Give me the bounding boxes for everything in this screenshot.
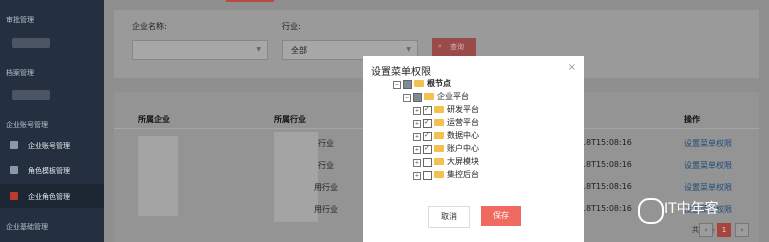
close-icon[interactable]: ×: [568, 62, 576, 73]
sidebar: 审批管理 档案管理 企业账号管理 企业账号管理 角色模板管理 企业角色管理 企业…: [0, 0, 104, 242]
search-icon: ⌕: [438, 42, 442, 50]
user-icon: [10, 141, 18, 149]
chevron-down-icon: ▼: [256, 46, 261, 53]
query-button-label: 查询: [450, 43, 464, 51]
company-name-label: 企业名称:: [132, 22, 167, 31]
collapse-icon[interactable]: −: [393, 81, 401, 89]
wechat-logo-icon: [638, 198, 664, 224]
folder-icon: [434, 106, 444, 113]
sidebar-item-label: 角色模板管理: [28, 167, 70, 175]
folder-icon: [434, 171, 444, 178]
industry-cell: 用行业: [314, 205, 338, 214]
tree-checkbox[interactable]: [423, 105, 432, 115]
active-tab-indicator: [226, 0, 274, 2]
industry-label: 行业:: [282, 22, 301, 31]
set-menu-permission-link[interactable]: 设置菜单权限: [684, 160, 732, 171]
header-industry: 所属行业: [274, 115, 306, 124]
tree-node-label: 大屏模块: [447, 157, 479, 166]
sidebar-item-label: 企业角色管理: [28, 193, 70, 201]
tree-checkbox[interactable]: [403, 80, 412, 89]
blurred-menu-item: [12, 90, 50, 100]
tree-node-label: 根节点: [427, 79, 451, 88]
tree-checkbox[interactable]: [423, 131, 432, 141]
chevron-down-icon: ▼: [406, 46, 411, 53]
time-cell: -18T15:08:16: [578, 182, 632, 191]
time-cell: -18T15:08:16: [578, 160, 632, 169]
blurred-menu-item: [12, 38, 50, 48]
sidebar-item-account[interactable]: 企业账号管理: [0, 133, 104, 157]
tree-node-label: 集控后台: [447, 170, 479, 179]
person-icon: [10, 166, 18, 174]
industry-cell: 行业: [318, 139, 334, 148]
tree-node-label: 数据中心: [447, 131, 479, 140]
blurred-industry-column: [274, 132, 318, 222]
industry-cell: 行业: [318, 161, 334, 170]
folder-icon: [424, 93, 434, 100]
industry-cell: 用行业: [314, 183, 338, 192]
modal-title: 设置菜单权限: [371, 67, 431, 78]
sidebar-section-approval: 审批管理: [6, 16, 34, 24]
tree-node-label: 研发平台: [447, 105, 479, 114]
expand-icon[interactable]: +: [413, 120, 421, 128]
expand-icon[interactable]: +: [413, 172, 421, 180]
watermark-text: IT中年客: [664, 201, 719, 217]
set-menu-permission-link[interactable]: 设置菜单权限: [684, 182, 732, 193]
folder-icon: [434, 145, 444, 152]
tree-checkbox[interactable]: [413, 93, 422, 102]
tree-checkbox[interactable]: [423, 118, 432, 128]
expand-icon[interactable]: +: [413, 146, 421, 154]
sidebar-section-account: 企业账号管理: [6, 121, 48, 129]
folder-icon: [434, 132, 444, 139]
tree-node-label: 运营平台: [447, 118, 479, 127]
sidebar-section-archive: 档案管理: [6, 69, 34, 77]
menu-permission-modal: 设置菜单权限 × − 根节点 − 企业平台 + 研发平台 + 运营平台 + 数据…: [363, 56, 584, 242]
header-company: 所属企业: [138, 115, 170, 124]
tree-checkbox[interactable]: [423, 171, 432, 180]
set-menu-permission-link[interactable]: 设置菜单权限: [684, 138, 732, 149]
blurred-company-column: [138, 136, 178, 216]
pager-prev-button[interactable]: ‹: [699, 223, 713, 237]
expand-icon[interactable]: +: [413, 159, 421, 167]
tree-node-label: 企业平台: [437, 92, 469, 101]
expand-icon[interactable]: +: [413, 107, 421, 115]
sidebar-item-role-template[interactable]: 角色模板管理: [0, 158, 104, 182]
cancel-button[interactable]: 取消: [428, 206, 470, 228]
tree-checkbox[interactable]: [423, 158, 432, 167]
sidebar-section-basic: 企业基础管理: [6, 223, 48, 231]
folder-icon: [414, 80, 424, 87]
time-cell: -18T15:08:16: [578, 204, 632, 213]
expand-icon[interactable]: +: [413, 133, 421, 141]
id-card-icon: [10, 192, 18, 200]
industry-selected-value: 全部: [291, 46, 307, 55]
folder-icon: [434, 158, 444, 165]
sidebar-item-company-role[interactable]: 企业角色管理: [0, 184, 104, 208]
save-button[interactable]: 保存: [481, 206, 521, 226]
folder-icon: [434, 119, 444, 126]
header-actions: 操作: [684, 115, 700, 124]
watermark: IT中年客: [638, 196, 758, 224]
tree-node-label: 账户中心: [447, 144, 479, 153]
query-button[interactable]: ⌕ 查询: [432, 38, 476, 56]
pager-page-current[interactable]: 1: [717, 223, 731, 237]
collapse-icon[interactable]: −: [403, 94, 411, 102]
company-name-select[interactable]: ▼: [132, 40, 268, 60]
time-cell: -18T15:08:16: [578, 138, 632, 147]
tree-checkbox[interactable]: [423, 144, 432, 154]
pager-next-button[interactable]: ›: [735, 223, 749, 237]
sidebar-item-label: 企业账号管理: [28, 142, 70, 150]
